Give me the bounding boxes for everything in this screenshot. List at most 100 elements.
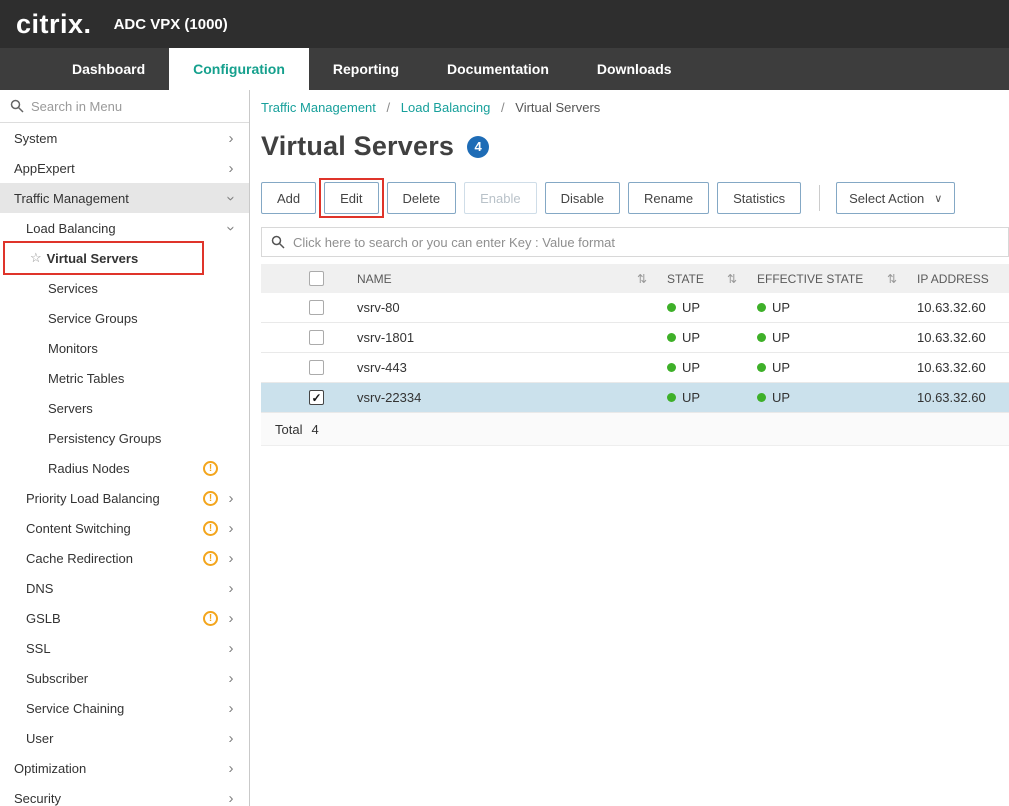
sidebar-item-virtual-servers[interactable]: ☆Virtual Servers bbox=[0, 243, 249, 273]
content: System›AppExpert›Traffic Management›Load… bbox=[0, 90, 1009, 806]
table-search-input[interactable] bbox=[293, 235, 999, 250]
star-icon: ☆ bbox=[30, 250, 42, 266]
status-text: UP bbox=[772, 300, 790, 315]
sidebar-item-label: GSLB bbox=[26, 611, 61, 626]
table-row-vsrv-1801[interactable]: vsrv-1801UPUP10.63.32.60 bbox=[261, 323, 1009, 353]
nav-tabs: Dashboard Configuration ReportingDocumenta… bbox=[48, 48, 696, 90]
column-label: STATE bbox=[667, 272, 704, 286]
add-button[interactable]: Add bbox=[261, 182, 316, 214]
sidebar-item-service-chaining[interactable]: Service Chaining› bbox=[0, 693, 249, 723]
sidebar-item-radius-nodes[interactable]: Radius Nodes!› bbox=[0, 453, 249, 483]
breadcrumb-link-traffic-management[interactable]: Traffic Management bbox=[261, 100, 376, 115]
sidebar-item-label: Persistency Groups bbox=[48, 431, 161, 446]
status-up-icon bbox=[667, 303, 676, 312]
sidebar-item-label: Traffic Management bbox=[14, 191, 129, 206]
row-checkbox[interactable] bbox=[309, 360, 324, 375]
sidebar-item-label: Metric Tables bbox=[48, 371, 124, 386]
tab-label: Configuration bbox=[193, 61, 285, 77]
tab-label: Dashboard bbox=[72, 61, 145, 77]
sidebar-item-label: Content Switching bbox=[26, 521, 131, 536]
column-header-effective-state[interactable]: EFFECTIVE STATE ⇅ bbox=[749, 272, 909, 286]
sidebar-item-metric-tables[interactable]: Metric Tables bbox=[0, 363, 249, 393]
row-checkbox[interactable] bbox=[309, 330, 324, 345]
statistics-button[interactable]: Statistics bbox=[717, 182, 801, 214]
sidebar-item-optimization[interactable]: Optimization› bbox=[0, 753, 249, 783]
status-up-icon bbox=[757, 333, 766, 342]
select-all-checkbox[interactable] bbox=[309, 271, 324, 286]
toolbar-buttons: AddEditDeleteEnableDisableRenameStatisti… bbox=[261, 182, 809, 214]
sidebar-item-security[interactable]: Security› bbox=[0, 783, 249, 806]
sort-icon[interactable]: ⇅ bbox=[637, 272, 647, 286]
sidebar-item-monitors[interactable]: Monitors bbox=[0, 333, 249, 363]
table-row-vsrv-443[interactable]: vsrv-443UPUP10.63.32.60 bbox=[261, 353, 1009, 383]
cell-effective-state: UP bbox=[749, 360, 909, 375]
cell-name: vsrv-22334 bbox=[349, 390, 659, 405]
warning-icon: ! bbox=[203, 491, 218, 506]
sidebar-item-subscriber[interactable]: Subscriber› bbox=[0, 663, 249, 693]
sidebar-item-appexpert[interactable]: AppExpert› bbox=[0, 153, 249, 183]
total-label: Total bbox=[275, 422, 302, 437]
rename-button[interactable]: Rename bbox=[628, 182, 709, 214]
breadcrumb-link-load-balancing[interactable]: Load Balancing bbox=[401, 100, 491, 115]
status-up-icon bbox=[757, 303, 766, 312]
sidebar-item-user[interactable]: User› bbox=[0, 723, 249, 753]
select-action-dropdown[interactable]: Select Action ∨ bbox=[836, 182, 955, 214]
breadcrumb-current: Virtual Servers bbox=[515, 100, 600, 115]
tab-configuration[interactable]: Configuration bbox=[169, 48, 309, 90]
column-header-ip-address[interactable]: IP ADDRESS bbox=[909, 272, 1009, 286]
column-label: IP ADDRESS bbox=[917, 272, 989, 286]
sort-icon[interactable]: ⇅ bbox=[887, 272, 897, 286]
table-row-vsrv-22334[interactable]: vsrv-22334UPUP10.63.32.60 bbox=[261, 383, 1009, 413]
sort-icon[interactable]: ⇅ bbox=[727, 272, 737, 286]
sidebar-item-label: Services bbox=[48, 281, 98, 296]
chevron-right-icon: › bbox=[225, 581, 237, 596]
tab-dashboard[interactable]: Dashboard bbox=[48, 48, 169, 90]
menu-search-input[interactable] bbox=[31, 99, 239, 114]
sidebar-item-load-balancing[interactable]: Load Balancing› bbox=[0, 213, 249, 243]
sidebar-menu: System›AppExpert›Traffic Management›Load… bbox=[0, 123, 249, 806]
chevron-right-icon: › bbox=[225, 791, 237, 806]
delete-button[interactable]: Delete bbox=[387, 182, 457, 214]
edit-button[interactable]: Edit bbox=[324, 182, 378, 214]
sidebar-item-servers[interactable]: Servers bbox=[0, 393, 249, 423]
sidebar-item-label: Radius Nodes bbox=[48, 461, 130, 476]
row-checkbox[interactable] bbox=[309, 390, 324, 405]
sidebar-item-services[interactable]: Services bbox=[0, 273, 249, 303]
sidebar-search[interactable] bbox=[0, 90, 249, 123]
tab-documentation[interactable]: Documentation bbox=[423, 48, 573, 90]
sidebar-item-cache-redirection[interactable]: Cache Redirection!› bbox=[0, 543, 249, 573]
sidebar-item-system[interactable]: System› bbox=[0, 123, 249, 153]
sidebar-item-dns[interactable]: DNS› bbox=[0, 573, 249, 603]
tab-reporting[interactable]: Reporting bbox=[309, 48, 423, 90]
total-value: 4 bbox=[311, 422, 318, 437]
warning-icon: ! bbox=[203, 611, 218, 626]
citrix-logo: citrix bbox=[16, 9, 92, 40]
sidebar-item-persistency-groups[interactable]: Persistency Groups bbox=[0, 423, 249, 453]
column-header-state[interactable]: STATE ⇅ bbox=[659, 272, 749, 286]
sidebar-item-traffic-management[interactable]: Traffic Management› bbox=[0, 183, 249, 213]
column-header-name[interactable]: NAME ⇅ bbox=[349, 272, 659, 286]
nav-bar: Dashboard Configuration ReportingDocumenta… bbox=[0, 48, 1009, 90]
sidebar: System›AppExpert›Traffic Management›Load… bbox=[0, 90, 250, 806]
chevron-right-icon: › bbox=[225, 551, 237, 566]
chevron-right-icon: › bbox=[225, 641, 237, 656]
chevron-right-icon: › bbox=[225, 131, 237, 146]
sidebar-item-service-groups[interactable]: Service Groups bbox=[0, 303, 249, 333]
row-checkbox[interactable] bbox=[309, 300, 324, 315]
sidebar-item-content-switching[interactable]: Content Switching! › bbox=[0, 513, 249, 543]
table-search-bar[interactable] bbox=[261, 227, 1009, 257]
chevron-right-icon: › bbox=[225, 521, 237, 536]
disable-button[interactable]: Disable bbox=[545, 182, 620, 214]
sidebar-item-gslb[interactable]: GSLB!› bbox=[0, 603, 249, 633]
sidebar-item-ssl[interactable]: SSL › bbox=[0, 633, 249, 663]
cell-state: UP bbox=[659, 300, 749, 315]
sidebar-item-label: SSL bbox=[26, 641, 51, 656]
tab-downloads[interactable]: Downloads bbox=[573, 48, 696, 90]
warning-icon: ! bbox=[203, 521, 218, 536]
sidebar-item-label: Priority Load Balancing bbox=[26, 491, 160, 506]
table-row-vsrv-80[interactable]: vsrv-80UPUP10.63.32.60 bbox=[261, 293, 1009, 323]
sidebar-item-label: AppExpert bbox=[14, 161, 75, 176]
sidebar-item-priority-load-balancing[interactable]: Priority Load Balancing!› bbox=[0, 483, 249, 513]
status-text: UP bbox=[682, 360, 700, 375]
select-action-label: Select Action bbox=[849, 191, 924, 206]
